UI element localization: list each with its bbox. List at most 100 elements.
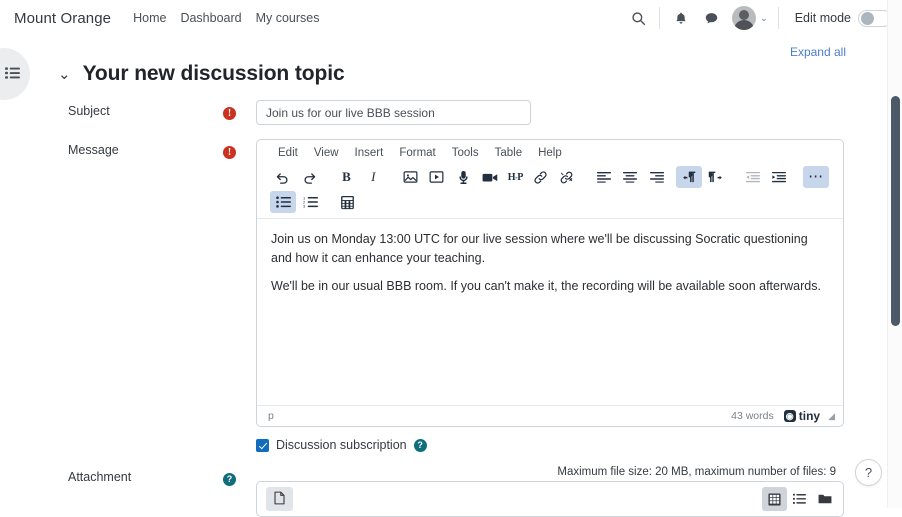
message-label: Message — [68, 143, 119, 157]
bullet-list-icon[interactable] — [270, 191, 296, 213]
menu-tools[interactable]: Tools — [445, 145, 486, 161]
tiny-mark-icon: ◉ — [783, 410, 796, 422]
site-brand[interactable]: Mount Orange — [14, 10, 111, 27]
tiny-brand-text: tiny — [798, 409, 821, 423]
page-container: Expand all ⌄ Your new discussion topic S… — [0, 36, 902, 517]
subject-field-col — [256, 100, 882, 125]
subject-label: Subject — [68, 104, 110, 118]
bold-icon[interactable]: B — [334, 166, 360, 188]
form-row-message: Message ! Edit View Insert Format Tools … — [56, 139, 882, 452]
editor-toolbar: B I H-P ⋯ 1 2 3 — [257, 165, 843, 219]
page-title-text: Your new discussion topic — [82, 62, 345, 85]
page-title: ⌄ Your new discussion topic — [56, 62, 882, 86]
subject-required-col: ! — [223, 100, 256, 120]
svg-text:3: 3 — [303, 204, 306, 208]
avatar — [732, 6, 757, 30]
edit-mode-control: Edit mode — [785, 9, 892, 27]
expand-all-link[interactable]: Expand all — [790, 45, 846, 59]
nav-link-dashboard[interactable]: Dashboard — [180, 11, 241, 25]
bell-icon[interactable] — [666, 3, 696, 33]
discussion-subscription-label: Discussion subscription — [276, 438, 407, 452]
tinymce-logo[interactable]: ◉ tiny — [783, 409, 821, 423]
microphone-icon[interactable] — [451, 166, 477, 188]
message-icon[interactable] — [696, 3, 726, 33]
chevron-down-icon: ⌄ — [760, 12, 768, 23]
form-row-attachment: Attachment ? Maximum file size: 20 MB, m… — [56, 466, 882, 517]
navbar-divider-1 — [659, 7, 661, 29]
help-icon[interactable]: ? — [413, 438, 427, 452]
file-view-switcher — [762, 487, 837, 511]
editor-paragraph: Join us on Monday 13:00 UTC for our live… — [271, 232, 808, 265]
editor-paragraph: We'll be in our usual BBB room. If you c… — [271, 279, 821, 293]
media-icon[interactable] — [424, 166, 450, 188]
attachment-field-col: Maximum file size: 20 MB, maximum number… — [256, 466, 882, 517]
element-path[interactable]: p — [268, 410, 731, 422]
numbered-list-icon[interactable]: 1 2 3 — [297, 191, 323, 213]
unlink-icon[interactable] — [554, 166, 580, 188]
editor-toolbar-row-2: 1 2 3 — [270, 191, 830, 213]
required-icon: ! — [223, 107, 236, 120]
image-icon[interactable] — [397, 166, 423, 188]
view-list-icon[interactable] — [787, 487, 812, 511]
redo-icon[interactable] — [297, 166, 323, 188]
add-file-button[interactable] — [266, 487, 293, 511]
help-icon[interactable]: ? — [223, 473, 236, 486]
chevron-down-icon[interactable]: ⌄ — [56, 67, 73, 82]
page-content: Expand all ⌄ Your new discussion topic S… — [0, 36, 902, 517]
editor-content-area[interactable]: Join us on Monday 13:00 UTC for our live… — [257, 219, 843, 405]
attachment-help-col: ? — [223, 466, 256, 486]
attachment-label: Attachment — [68, 470, 132, 484]
file-manager — [256, 481, 844, 517]
search-icon[interactable] — [623, 3, 653, 33]
outdent-icon[interactable] — [740, 166, 766, 188]
undo-icon[interactable] — [270, 166, 296, 188]
editor-resize-handle[interactable]: ◢ — [828, 411, 835, 422]
ltr-direction-icon[interactable] — [676, 166, 702, 188]
h5p-icon[interactable]: H-P — [504, 166, 526, 188]
menu-table[interactable]: Table — [488, 145, 530, 161]
view-grid-icon[interactable] — [762, 487, 787, 511]
menu-insert[interactable]: Insert — [348, 145, 391, 161]
video-camera-icon[interactable] — [478, 166, 504, 188]
required-icon: ! — [223, 146, 236, 159]
tinymce-editor: Edit View Insert Format Tools Table Help — [256, 139, 844, 427]
discussion-subscription-checkbox[interactable] — [256, 438, 269, 452]
link-icon[interactable] — [527, 166, 553, 188]
menu-view[interactable]: View — [307, 145, 346, 161]
menu-format[interactable]: Format — [392, 145, 442, 161]
course-index-icon — [4, 66, 20, 83]
align-right-icon[interactable] — [644, 166, 670, 188]
form-row-subject: Subject ! — [56, 100, 882, 125]
subject-input[interactable] — [256, 100, 531, 125]
expand-all-container: Expand all — [56, 36, 882, 59]
equation-icon[interactable] — [334, 191, 360, 213]
message-required-col: ! — [223, 139, 256, 159]
navbar-divider-2 — [777, 7, 779, 29]
discussion-subscription-row: Discussion subscription ? — [256, 438, 882, 452]
editor-menubar: Edit View Insert Format Tools Table Help — [257, 140, 843, 165]
nav-link-my-courses[interactable]: My courses — [256, 11, 320, 25]
italic-icon[interactable]: I — [360, 166, 386, 188]
align-center-icon[interactable] — [618, 166, 644, 188]
indent-icon[interactable] — [767, 166, 793, 188]
menu-help[interactable]: Help — [531, 145, 569, 161]
more-options-icon[interactable]: ⋯ — [803, 166, 830, 188]
rtl-direction-icon[interactable] — [703, 166, 729, 188]
message-field-col: Edit View Insert Format Tools Table Help — [256, 139, 882, 452]
user-menu[interactable]: ⌄ — [732, 6, 768, 30]
help-floating-button[interactable]: ? — [855, 459, 882, 486]
align-left-icon[interactable] — [591, 166, 617, 188]
editor-statusbar: p 43 words ◉ tiny ◢ — [257, 405, 843, 426]
nav-link-home[interactable]: Home — [133, 11, 166, 25]
page-scrollbar[interactable] — [887, 0, 902, 508]
view-tree-icon[interactable] — [812, 487, 837, 511]
editor-toolbar-row-1: B I H-P ⋯ — [270, 166, 830, 188]
primary-nav: Home Dashboard My courses — [133, 11, 319, 25]
top-navbar: Mount Orange Home Dashboard My courses ⌄… — [0, 0, 902, 36]
file-icon — [274, 491, 285, 508]
navbar-actions: ⌄ Edit mode — [623, 0, 892, 36]
scrollbar-thumb[interactable] — [891, 96, 900, 326]
attachment-limits-note: Maximum file size: 20 MB, maximum number… — [557, 466, 836, 478]
menu-edit[interactable]: Edit — [271, 145, 305, 161]
word-count: 43 words — [731, 410, 774, 422]
